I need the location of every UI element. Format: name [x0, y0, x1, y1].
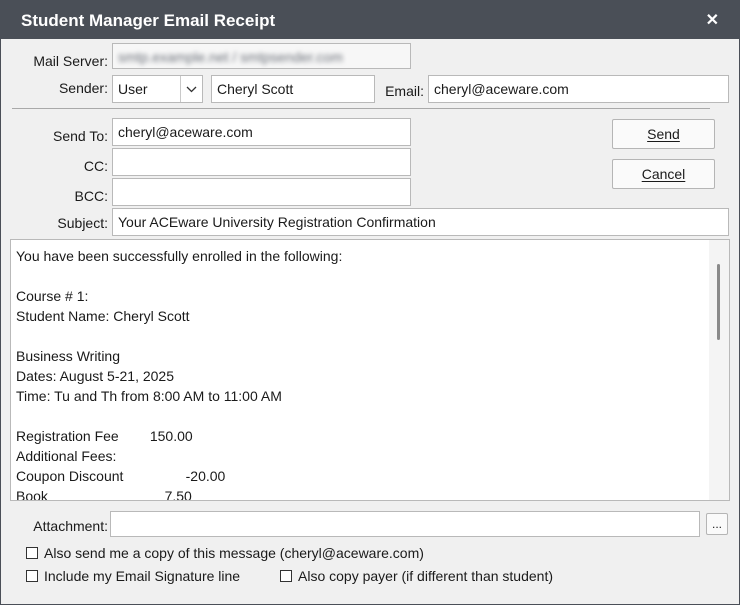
bcc-label: BCC:: [74, 188, 108, 204]
copy-me-checkbox[interactable]: Also send me a copy of this message (che…: [26, 545, 424, 561]
sender-type-select[interactable]: User: [112, 75, 203, 103]
cancel-button[interactable]: Cancel: [612, 159, 715, 189]
mail-server-field: smtp.example.net / smtpsender.com: [112, 43, 411, 69]
cc-input[interactable]: [112, 148, 411, 176]
mail-server-label: Mail Server:: [33, 53, 108, 69]
divider: [12, 108, 710, 109]
dialog-title: Student Manager Email Receipt: [21, 11, 276, 30]
signature-checkbox[interactable]: Include my Email Signature line: [26, 568, 240, 584]
send-button-label: Send: [647, 126, 680, 142]
send-to-label: Send To:: [52, 128, 108, 144]
copy-me-label: Also send me a copy of this message (che…: [44, 545, 424, 561]
sender-type-value: User: [118, 81, 148, 97]
bcc-input[interactable]: [112, 178, 411, 206]
chevron-down-icon[interactable]: [180, 76, 202, 102]
subject-label: Subject:: [57, 215, 108, 231]
close-icon[interactable]: ✕: [706, 10, 719, 30]
vertical-scrollbar[interactable]: [709, 240, 729, 500]
message-body-text: You have been successfully enrolled in t…: [16, 248, 343, 501]
sender-label: Sender:: [58, 80, 108, 96]
subject-input[interactable]: Your ACEware University Registration Con…: [112, 208, 729, 236]
copy-payer-label: Also copy payer (if different than stude…: [298, 568, 553, 584]
message-body[interactable]: You have been successfully enrolled in t…: [10, 239, 730, 501]
sender-email-input[interactable]: cheryl@aceware.com: [428, 75, 729, 103]
attachment-label: Attachment:: [33, 518, 108, 534]
send-to-input[interactable]: cheryl@aceware.com: [112, 118, 411, 146]
sender-name-input[interactable]: Cheryl Scott: [211, 75, 375, 103]
title-bar[interactable]: Student Manager Email Receipt ✕: [1, 1, 739, 39]
signature-label: Include my Email Signature line: [44, 568, 241, 584]
cancel-button-label: Cancel: [641, 166, 686, 182]
copy-payer-checkbox[interactable]: Also copy payer (if different than stude…: [280, 568, 553, 584]
send-button[interactable]: Send: [612, 119, 715, 149]
browse-attachment-button[interactable]: ...: [706, 513, 728, 535]
browse-button-label: ...: [711, 517, 722, 531]
checkbox-box[interactable]: [280, 570, 292, 582]
cc-label: CC:: [83, 158, 108, 174]
email-label: Email:: [385, 83, 424, 99]
checkbox-box[interactable]: [26, 547, 38, 559]
attachment-input[interactable]: [110, 511, 700, 537]
email-receipt-dialog: Student Manager Email Receipt ✕ Mail Ser…: [0, 0, 740, 605]
mail-server-value: smtp.example.net / smtpsender.com: [118, 49, 343, 65]
scrollbar-thumb[interactable]: [717, 264, 720, 340]
checkbox-box[interactable]: [26, 570, 38, 582]
